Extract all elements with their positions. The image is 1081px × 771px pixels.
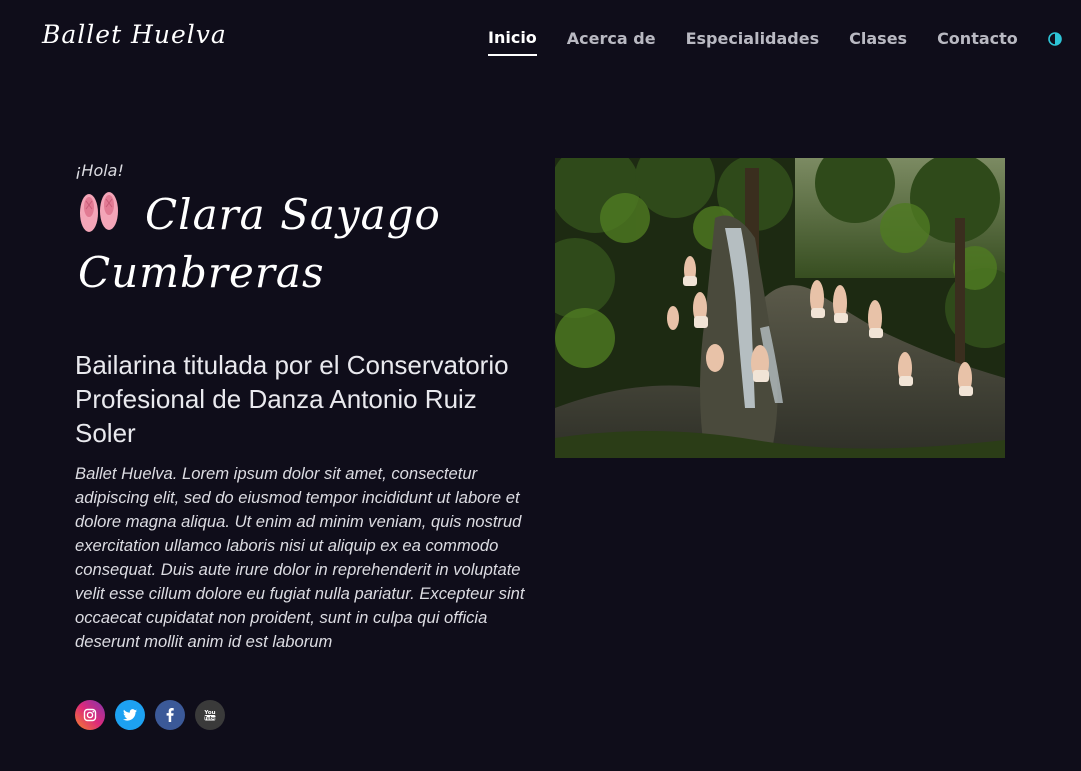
dancer-name-line2: Cumbreras <box>78 248 325 297</box>
facebook-button[interactable] <box>155 700 185 730</box>
social-links: You Tube <box>75 700 235 730</box>
dancers-photo <box>555 158 1005 458</box>
svg-text:Tube: Tube <box>204 715 216 721</box>
dancer-name-line1: Clara Sayago <box>145 190 441 239</box>
youtube-button[interactable]: You Tube <box>195 700 225 730</box>
hero-subtitle: Bailarina titulada por el Conservatorio … <box>75 350 509 448</box>
nav-item-contacto[interactable]: Contacto <box>937 29 1018 55</box>
nav-item-acerca-de[interactable]: Acerca de <box>567 29 656 55</box>
main-nav: Inicio Acerca de Especialidades Clases C… <box>488 28 1062 56</box>
nav-item-clases[interactable]: Clases <box>849 29 907 55</box>
twitter-button[interactable] <box>115 700 145 730</box>
site-logo[interactable]: Ballet Huelva <box>42 20 227 49</box>
nav-item-inicio[interactable]: Inicio <box>488 28 537 56</box>
site-header: Ballet Huelva Inicio Acerca de Especiali… <box>0 0 1081 80</box>
theme-toggle-icon[interactable] <box>1047 32 1062 46</box>
nav-item-especialidades[interactable]: Especialidades <box>686 29 820 55</box>
greeting-text: ¡Hola! <box>75 161 124 180</box>
instagram-icon <box>83 708 97 722</box>
facebook-icon <box>166 708 174 722</box>
hero-description: Ballet Huelva. Lorem ipsum dolor sit ame… <box>75 464 525 651</box>
ballet-shoes-icon <box>80 192 118 232</box>
instagram-button[interactable] <box>75 700 105 730</box>
youtube-icon: You Tube <box>203 710 216 721</box>
twitter-icon <box>123 709 137 721</box>
